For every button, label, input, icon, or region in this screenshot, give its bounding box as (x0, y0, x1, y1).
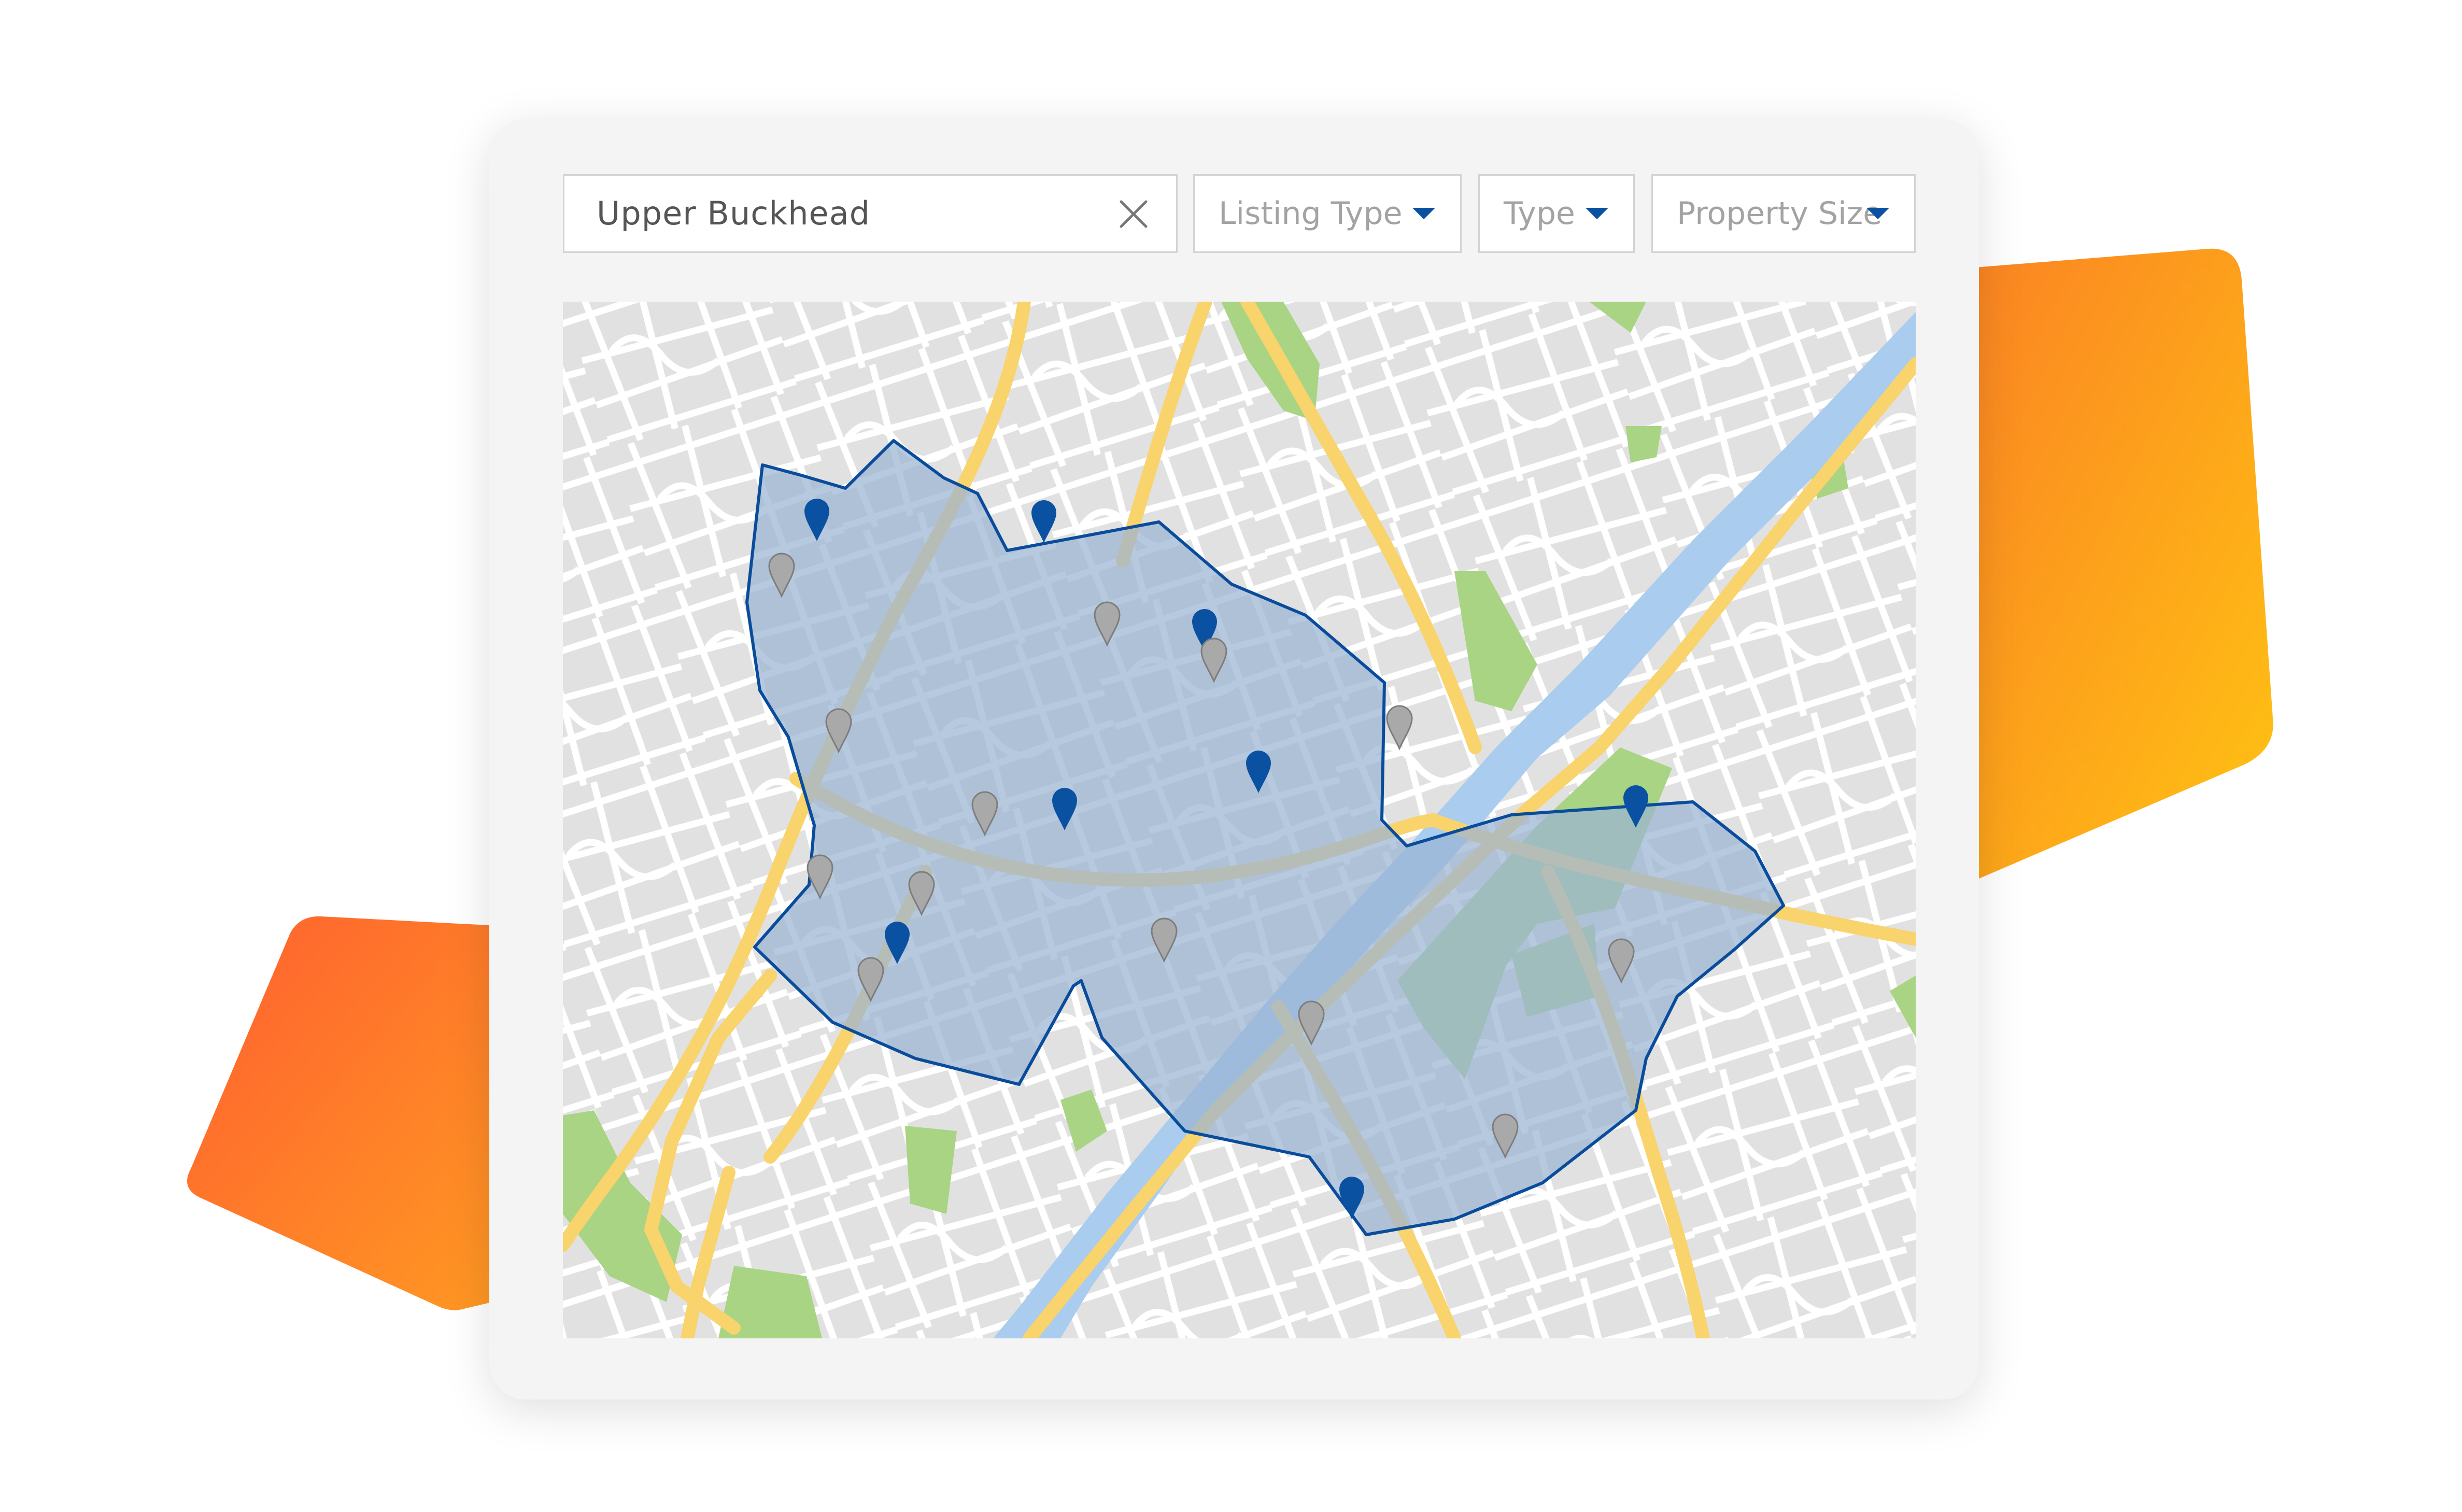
type-dropdown[interactable]: Type (1478, 174, 1635, 253)
map-canvas[interactable] (563, 302, 1916, 1338)
map-view[interactable] (563, 302, 1916, 1338)
listing-type-label: Listing Type (1219, 195, 1403, 232)
decorative-shape-left (187, 916, 519, 1310)
map-search-panel: Upper Buckhead Listing Type Type Propert… (489, 119, 1979, 1400)
listing-type-dropdown[interactable]: Listing Type (1193, 174, 1462, 253)
close-icon[interactable] (1118, 199, 1149, 230)
property-size-dropdown[interactable]: Property Size (1651, 174, 1916, 253)
caret-down-icon (1412, 208, 1435, 219)
property-size-label: Property Size (1677, 195, 1883, 232)
location-search-value[interactable]: Upper Buckhead (597, 176, 870, 251)
location-search-input[interactable]: Upper Buckhead (563, 174, 1178, 253)
caret-down-icon (1866, 208, 1889, 219)
type-label: Type (1504, 195, 1575, 232)
caret-down-icon (1586, 208, 1608, 219)
decorative-shape-right (1949, 248, 2273, 892)
